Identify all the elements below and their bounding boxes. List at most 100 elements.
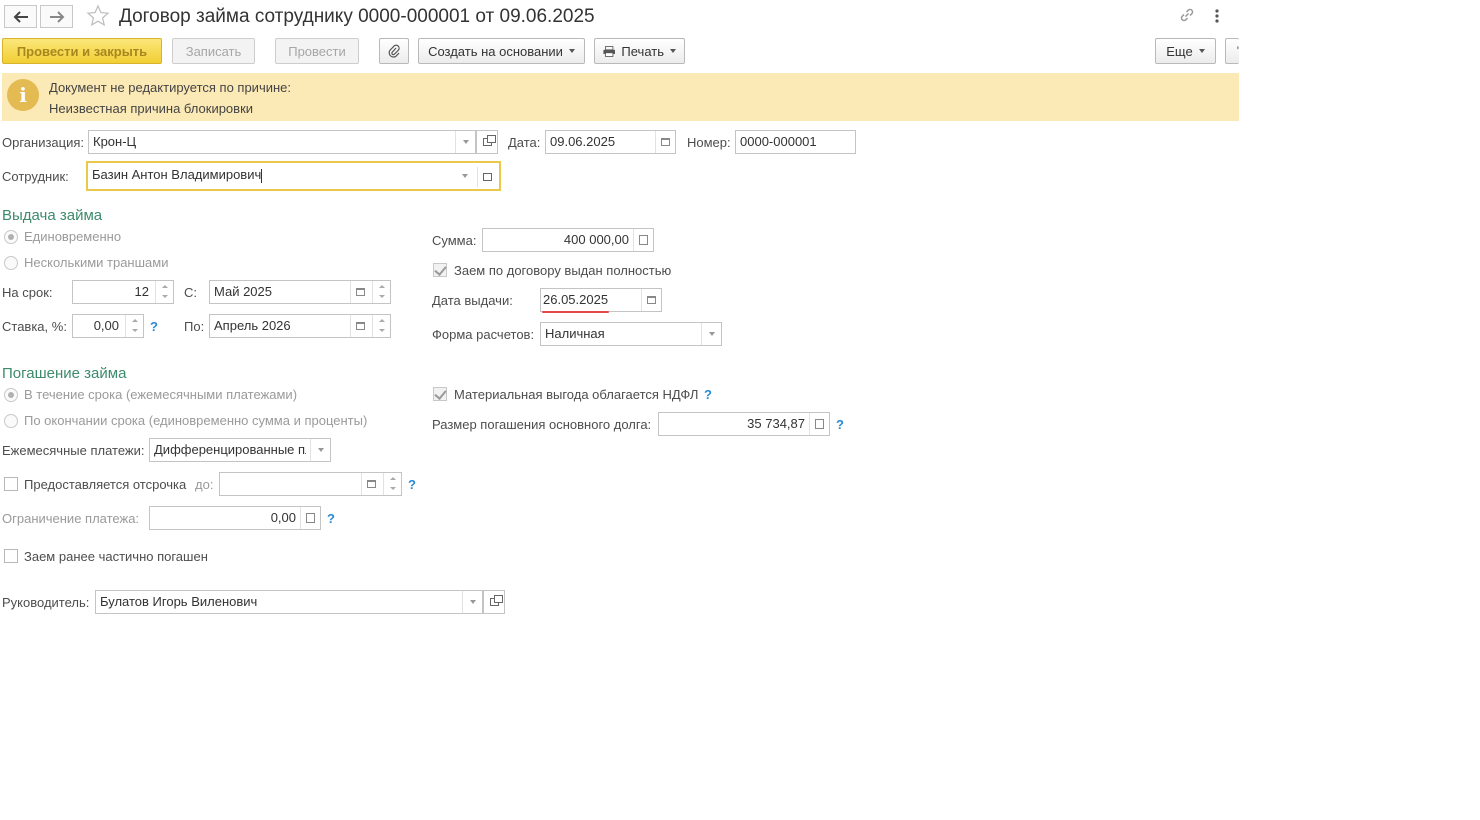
calendar-icon[interactable]: [350, 315, 370, 337]
radio-issue-once[interactable]: [4, 230, 18, 244]
radio-repay-end-label: По окончании срока (единовременно сумма …: [24, 413, 368, 428]
info-icon: i: [7, 79, 39, 111]
payment-limit-field[interactable]: 0,00: [149, 506, 321, 530]
deferral-help-icon[interactable]: ?: [408, 477, 416, 492]
radio-repay-end[interactable]: [4, 414, 18, 428]
calendar-icon[interactable]: [350, 281, 370, 303]
info-line-2: Неизвестная причина блокировки: [49, 101, 254, 116]
calendar-icon[interactable]: [655, 131, 675, 153]
issue-section-title: Выдача займа: [2, 207, 103, 224]
organization-value: Крон-Ц: [93, 134, 137, 149]
to-stepper[interactable]: [372, 315, 390, 337]
employee-dropdown-icon[interactable]: [455, 163, 475, 189]
manager-open-button[interactable]: [483, 590, 505, 614]
employee-open-button[interactable]: [477, 167, 497, 187]
repayment-section-title: Погашение займа: [2, 365, 127, 382]
issued-fully-checkbox[interactable]: [433, 263, 447, 277]
partially-repaid-checkbox[interactable]: [4, 549, 18, 563]
manager-label: Руководитель:: [2, 595, 90, 610]
radio-issue-tranches-label: Несколькими траншами: [24, 255, 169, 270]
create-based-on-label: Создать на основании: [428, 43, 563, 59]
monthly-payments-label: Ежемесячные платежи:: [2, 443, 145, 458]
payment-limit-value: 0,00: [270, 510, 296, 525]
employee-field[interactable]: Базин Антон Владимирович: [86, 161, 501, 191]
save-button[interactable]: Записать: [172, 38, 255, 64]
ndfl-help-icon[interactable]: ?: [704, 387, 712, 402]
number-label: Номер:: [687, 135, 731, 150]
ndfl-label: Материальная выгода облагается НДФЛ: [454, 387, 699, 402]
radio-issue-tranches[interactable]: [4, 256, 18, 270]
deferral-until-field[interactable]: [219, 472, 402, 496]
payment-form-dropdown-icon[interactable]: [701, 323, 721, 345]
print-label: Печать: [621, 43, 664, 59]
more-button[interactable]: Еще: [1155, 38, 1216, 64]
help-button[interactable]: ': [1225, 38, 1239, 64]
arrow-left-icon: [13, 10, 28, 23]
from-stepper[interactable]: [372, 281, 390, 303]
to-field[interactable]: Апрель 2026: [209, 314, 391, 338]
calendar-icon[interactable]: [641, 289, 661, 311]
create-based-on-button[interactable]: Создать на основании: [418, 38, 585, 64]
calculator-icon[interactable]: [300, 507, 320, 529]
post-button[interactable]: Провести: [275, 38, 359, 64]
organization-open-button[interactable]: [476, 130, 498, 154]
chevron-down-icon: [1198, 49, 1205, 53]
print-button[interactable]: Печать: [594, 38, 685, 64]
favorite-star-icon[interactable]: [86, 4, 110, 31]
term-stepper[interactable]: [155, 281, 173, 303]
back-button[interactable]: [4, 5, 37, 28]
printer-icon: [603, 45, 615, 57]
forward-button[interactable]: [40, 5, 73, 28]
issue-date-field[interactable]: 26.05.2025: [540, 288, 662, 312]
rate-label: Ставка, %:: [2, 319, 67, 334]
rate-help-icon[interactable]: ?: [150, 319, 158, 334]
term-label: На срок:: [2, 285, 53, 300]
payment-form-field[interactable]: Наличная: [540, 322, 722, 346]
info-line-1: Документ не редактируется по причине:: [49, 80, 292, 95]
post-and-close-button[interactable]: Провести и закрыть: [2, 38, 162, 64]
calendar-icon[interactable]: [361, 473, 381, 495]
deferral-checkbox[interactable]: [4, 477, 18, 491]
principal-field[interactable]: 35 734,87: [658, 412, 830, 436]
organization-field[interactable]: Крон-Ц: [88, 130, 476, 154]
number-field[interactable]: 0000-000001: [735, 130, 856, 154]
calculator-icon[interactable]: [809, 413, 829, 435]
deferral-stepper[interactable]: [383, 473, 401, 495]
date-value: 09.06.2025: [550, 134, 616, 149]
page-title: Договор займа сотруднику 0000-000001 от …: [119, 6, 595, 27]
sum-label: Сумма:: [432, 233, 477, 248]
sum-value: 400 000,00: [563, 232, 629, 247]
link-icon[interactable]: [1178, 6, 1196, 27]
date-label: Дата:: [508, 135, 541, 150]
date-field[interactable]: 09.06.2025: [545, 130, 676, 154]
organization-label: Организация:: [2, 135, 85, 150]
calculator-icon[interactable]: [633, 229, 653, 251]
ndfl-checkbox[interactable]: [433, 387, 447, 401]
manager-field[interactable]: Булатов Игорь Виленович: [95, 590, 483, 614]
sum-field[interactable]: 400 000,00: [482, 228, 654, 252]
open-icon: [482, 135, 496, 146]
open-icon: [483, 173, 492, 181]
arrow-right-icon: [49, 10, 64, 23]
payment-limit-help-icon[interactable]: ?: [327, 511, 335, 526]
issued-fully-label: Заем по договору выдан полностью: [454, 263, 672, 278]
rate-field[interactable]: 0,00: [72, 314, 144, 338]
radio-repay-monthly-label: В течение срока (ежемесячными платежами): [24, 387, 298, 402]
from-field[interactable]: Май 2025: [209, 280, 391, 304]
monthly-payments-field[interactable]: Дифференцированные пл: [149, 438, 331, 462]
post-and-close-label: Провести и закрыть: [16, 43, 148, 59]
organization-dropdown-icon[interactable]: [455, 131, 475, 153]
monthly-payments-dropdown-icon[interactable]: [310, 439, 330, 461]
more-vertical-icon[interactable]: [1210, 8, 1224, 24]
payment-form-label: Форма расчетов:: [432, 327, 535, 342]
radio-repay-monthly[interactable]: [4, 388, 18, 402]
principal-help-icon[interactable]: ?: [836, 417, 844, 432]
issue-date-underline: [542, 311, 609, 313]
chevron-down-icon: [670, 49, 676, 53]
rate-value: 0,00: [93, 318, 119, 333]
manager-dropdown-icon[interactable]: [462, 591, 482, 613]
attach-button[interactable]: [379, 38, 409, 64]
rate-stepper[interactable]: [125, 315, 143, 337]
term-field[interactable]: 12: [72, 280, 174, 304]
employee-value: Базин Антон Владимирович: [92, 163, 263, 187]
